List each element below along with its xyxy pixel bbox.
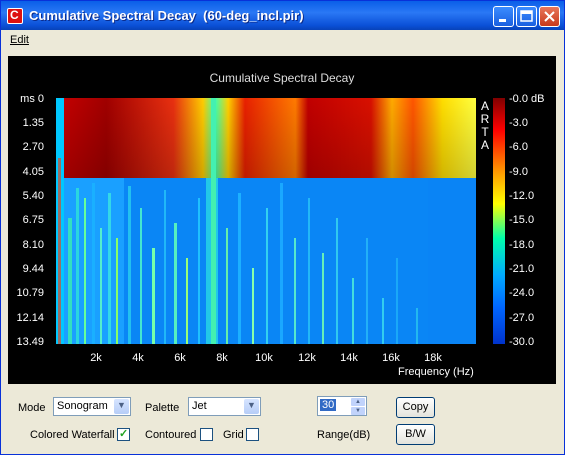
menu-edit-label: Edit bbox=[10, 34, 29, 46]
color-scale-tick: -21.0 bbox=[509, 263, 535, 275]
spin-up-icon[interactable]: ▲ bbox=[351, 398, 365, 406]
y-tick: 5.40 bbox=[22, 190, 44, 202]
color-scale-tick: -6.0 bbox=[509, 141, 528, 153]
spin-down-icon[interactable]: ▼ bbox=[351, 407, 365, 415]
sonogram-heatmap[interactable] bbox=[56, 98, 476, 344]
x-tick: 18k bbox=[424, 352, 442, 364]
decay-plot: Cumulative Spectral Decay ms 0 1.35 2.70… bbox=[8, 56, 556, 384]
y-tick: 4.05 bbox=[22, 166, 44, 178]
palette-value: Jet bbox=[192, 400, 207, 412]
menu-bar: Edit bbox=[1, 31, 564, 49]
check-icon: ✓ bbox=[119, 428, 129, 440]
range-label: Range(dB) bbox=[317, 429, 371, 441]
contoured-label: Contoured bbox=[145, 429, 197, 441]
minimize-icon bbox=[499, 19, 506, 22]
bw-button[interactable]: B/W bbox=[396, 424, 435, 445]
color-scale-tick: -24.0 bbox=[509, 287, 535, 299]
color-scale-tick: -9.0 bbox=[509, 166, 528, 178]
color-scale-tick: -27.0 bbox=[509, 312, 535, 324]
color-scale-tick: -15.0 bbox=[509, 214, 535, 226]
y-tick: 6.75 bbox=[22, 214, 44, 226]
y-tick: 9.44 bbox=[22, 263, 44, 275]
color-scale-tick: -18.0 bbox=[509, 239, 535, 251]
y-tick: 8.10 bbox=[22, 239, 44, 251]
watermark-letter: A bbox=[480, 138, 489, 152]
grid-label: Grid bbox=[223, 429, 244, 441]
chevron-down-icon[interactable]: ▼ bbox=[244, 399, 259, 414]
chevron-down-icon[interactable]: ▼ bbox=[114, 399, 129, 414]
app-icon[interactable]: C bbox=[7, 8, 23, 24]
arta-watermark: A R T A bbox=[480, 100, 490, 152]
minimize-button[interactable] bbox=[493, 6, 514, 27]
sonogram-image bbox=[56, 98, 476, 344]
window-title: Cumulative Spectral Decay (60-deg_incl.p… bbox=[29, 8, 304, 23]
x-axis-title: Frequency (Hz) bbox=[398, 366, 474, 378]
close-icon bbox=[544, 11, 555, 22]
y-tick: ms 0 bbox=[20, 93, 44, 105]
color-scale-tick: -3.0 bbox=[509, 117, 528, 129]
range-spinner[interactable]: 30 ▲ ▼ bbox=[317, 396, 367, 416]
y-tick: 10.79 bbox=[16, 287, 44, 299]
color-scale-tick: -30.0 bbox=[509, 336, 535, 348]
x-tick: 16k bbox=[382, 352, 400, 364]
color-scale-tick: -12.0 bbox=[509, 190, 535, 202]
x-tick: 12k bbox=[298, 352, 316, 364]
title-bar[interactable]: C Cumulative Spectral Decay (60-deg_incl… bbox=[1, 1, 564, 30]
app-icon-letter: C bbox=[10, 8, 19, 22]
copy-button[interactable]: Copy bbox=[396, 397, 435, 418]
palette-label: Palette bbox=[145, 402, 180, 414]
grid-checkbox[interactable] bbox=[246, 428, 259, 441]
colored-waterfall-checkbox[interactable]: ✓ bbox=[117, 428, 130, 441]
colored-waterfall-label: Colored Waterfall bbox=[30, 429, 115, 441]
y-tick: 12.14 bbox=[16, 312, 44, 324]
color-scale-bar bbox=[493, 98, 505, 344]
color-scale-tick: -0.0 dB bbox=[509, 93, 545, 105]
range-value[interactable]: 30 bbox=[320, 399, 337, 411]
maximize-button[interactable] bbox=[516, 6, 537, 27]
x-tick: 14k bbox=[340, 352, 358, 364]
menu-edit[interactable]: Edit bbox=[10, 34, 29, 46]
x-tick: 2k bbox=[90, 352, 102, 364]
y-tick: 2.70 bbox=[22, 141, 44, 153]
palette-select[interactable]: Jet ▼ bbox=[188, 397, 261, 416]
contoured-checkbox[interactable] bbox=[200, 428, 213, 441]
x-tick: 4k bbox=[132, 352, 144, 364]
mode-select[interactable]: Sonogram ▼ bbox=[53, 397, 131, 416]
y-tick: 13.49 bbox=[16, 336, 44, 348]
close-button[interactable] bbox=[539, 6, 560, 27]
csd-window: C Cumulative Spectral Decay (60-deg_incl… bbox=[0, 0, 565, 455]
y-tick: 1.35 bbox=[22, 117, 44, 129]
maximize-icon bbox=[520, 10, 533, 22]
mode-value: Sonogram bbox=[57, 400, 108, 412]
mode-label: Mode bbox=[18, 402, 46, 414]
chart-title: Cumulative Spectral Decay bbox=[209, 71, 355, 85]
x-tick: 10k bbox=[255, 352, 273, 364]
x-tick: 6k bbox=[174, 352, 186, 364]
x-tick: 8k bbox=[216, 352, 228, 364]
